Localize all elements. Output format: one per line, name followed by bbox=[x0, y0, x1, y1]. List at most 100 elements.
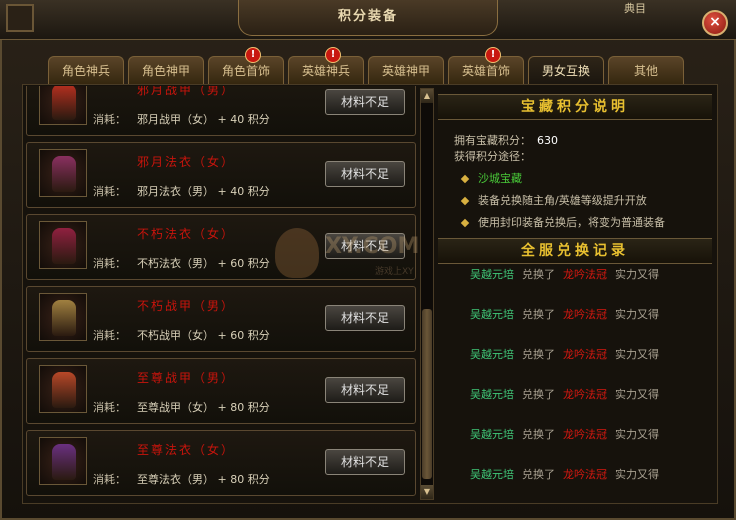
record-player[interactable]: 吴越元培 bbox=[470, 268, 514, 281]
points-row: 拥有宝藏积分： 630 bbox=[454, 132, 558, 148]
item-name: 不朽战甲（男） bbox=[137, 299, 236, 313]
cost-label: 消耗： bbox=[93, 185, 126, 198]
record-action: 兑换了 bbox=[522, 428, 555, 441]
info-panel: 宝藏积分说明 拥有宝藏积分： 630 获得积分途径： 沙城宝藏装备兑换随主角/英雄… bbox=[438, 88, 712, 500]
route-item: 使用封印装备兑换后，将变为普通装备 bbox=[460, 214, 665, 230]
record-action: 兑换了 bbox=[522, 388, 555, 401]
tab-label: 英雄神兵 bbox=[301, 64, 350, 78]
item-name: 邪月法衣（女） bbox=[137, 155, 236, 169]
equipment-item: 邪月法衣（女） 消耗： 邪月法衣（男） + 40 积分 材料不足 bbox=[26, 142, 416, 208]
record-player[interactable]: 吴越元培 bbox=[470, 428, 514, 441]
route-text: 沙城宝藏 bbox=[478, 172, 522, 185]
record-row: 吴越元培 兑换了 龙吟法冠 实力又得 bbox=[470, 346, 659, 362]
tab-2[interactable]: 角色神甲 bbox=[128, 56, 204, 84]
armor-icon[interactable] bbox=[39, 437, 87, 485]
record-tail: 实力又得 bbox=[615, 428, 659, 441]
equipment-item: 不朽法衣（女） 消耗： 不朽法衣（男） + 60 积分 材料不足 bbox=[26, 214, 416, 280]
armor-icon[interactable] bbox=[39, 86, 87, 125]
window-title: 积分装备 bbox=[238, 0, 498, 36]
armor-icon[interactable] bbox=[39, 365, 87, 413]
exchange-button[interactable]: 材料不足 bbox=[325, 161, 405, 187]
exchange-button[interactable]: 材料不足 bbox=[325, 233, 405, 259]
equipment-item: 至尊战甲（男） 消耗： 至尊战甲（女） + 80 积分 材料不足 bbox=[26, 358, 416, 424]
tab-4[interactable]: 英雄神兵! bbox=[288, 47, 364, 84]
record-row: 吴越元培 兑换了 龙吟法冠 实力又得 bbox=[470, 426, 659, 442]
points-value: 630 bbox=[537, 134, 558, 147]
diamond-bullet-icon bbox=[460, 218, 470, 228]
routes-label: 获得积分途径： bbox=[454, 150, 531, 163]
scroll-down-icon[interactable]: ▼ bbox=[421, 485, 433, 499]
points-info-header: 宝藏积分说明 bbox=[438, 94, 712, 120]
armor-figure bbox=[52, 228, 76, 264]
item-list-scrollbar[interactable]: ▲ ▼ bbox=[420, 88, 434, 500]
scroll-thumb[interactable] bbox=[422, 309, 432, 479]
tab-label: 角色首饰 bbox=[221, 64, 270, 78]
tab-1[interactable]: 角色神兵 bbox=[48, 56, 124, 84]
record-action: 兑换了 bbox=[522, 468, 555, 481]
tab-3[interactable]: 角色首饰! bbox=[208, 47, 284, 84]
alert-icon: ! bbox=[245, 47, 261, 63]
record-tail: 实力又得 bbox=[615, 388, 659, 401]
record-player[interactable]: 吴越元培 bbox=[470, 348, 514, 361]
records-header: 全服兑换记录 bbox=[438, 238, 712, 264]
armor-figure bbox=[52, 156, 76, 192]
alert-icon: ! bbox=[325, 47, 341, 63]
item-cost: 邪月法衣（男） + 40 积分 bbox=[137, 185, 270, 198]
tab-7[interactable]: 男女互换 bbox=[528, 56, 604, 86]
record-player[interactable]: 吴越元培 bbox=[470, 308, 514, 321]
item-name: 邪月战甲（男） bbox=[137, 86, 236, 97]
armor-figure bbox=[52, 300, 76, 336]
record-tail: 实力又得 bbox=[615, 268, 659, 281]
alert-icon: ! bbox=[485, 47, 501, 63]
tab-5[interactable]: 英雄神甲 bbox=[368, 56, 444, 84]
exchange-button[interactable]: 材料不足 bbox=[325, 449, 405, 475]
points-label: 拥有宝藏积分： bbox=[454, 134, 531, 147]
exchange-button[interactable]: 材料不足 bbox=[325, 89, 405, 115]
record-item[interactable]: 龙吟法冠 bbox=[563, 428, 607, 441]
record-player[interactable]: 吴越元培 bbox=[470, 468, 514, 481]
tab-label: 角色神兵 bbox=[61, 64, 110, 78]
record-item[interactable]: 龙吟法冠 bbox=[563, 388, 607, 401]
item-list: 邪月战甲（男） 消耗： 邪月战甲（女） + 40 积分 材料不足 邪月法衣（女） 消耗：邪… bbox=[26, 86, 418, 500]
item-name: 不朽法衣（女） bbox=[137, 227, 236, 241]
item-name: 至尊法衣（女） bbox=[137, 443, 236, 457]
tab-label: 其他 bbox=[633, 64, 658, 78]
record-item[interactable]: 龙吟法冠 bbox=[563, 468, 607, 481]
exchange-button[interactable]: 材料不足 bbox=[325, 305, 405, 331]
item-name: 至尊战甲（男） bbox=[137, 371, 236, 385]
exchange-button[interactable]: 材料不足 bbox=[325, 377, 405, 403]
equipment-item: 至尊法衣（女） 消耗： 至尊法衣（男） + 80 积分 材料不足 bbox=[26, 430, 416, 496]
armor-figure bbox=[52, 86, 76, 120]
route-item: 装备兑换随主角/英雄等级提升开放 bbox=[460, 192, 647, 208]
item-cost: 不朽战甲（女） + 60 积分 bbox=[137, 329, 270, 342]
cost-label: 消耗： bbox=[93, 401, 126, 414]
armor-icon[interactable] bbox=[39, 293, 87, 341]
tab-label: 英雄首饰 bbox=[461, 64, 510, 78]
close-button[interactable]: × bbox=[702, 10, 728, 36]
route-text: 使用封印装备兑换后，将变为普通装备 bbox=[478, 216, 665, 229]
tab-6[interactable]: 英雄首饰! bbox=[448, 47, 524, 84]
record-row: 吴越元培 兑换了 龙吟法冠 实力又得 bbox=[470, 306, 659, 322]
record-tail: 实力又得 bbox=[615, 468, 659, 481]
record-item[interactable]: 龙吟法冠 bbox=[563, 268, 607, 281]
record-row: 吴越元培 兑换了 龙吟法冠 实力又得 bbox=[470, 466, 659, 482]
armor-icon[interactable] bbox=[39, 149, 87, 197]
item-cost: 至尊战甲（女） + 80 积分 bbox=[137, 401, 270, 414]
record-item[interactable]: 龙吟法冠 bbox=[563, 308, 607, 321]
armor-icon[interactable] bbox=[39, 221, 87, 269]
record-action: 兑换了 bbox=[522, 308, 555, 321]
record-player[interactable]: 吴越元培 bbox=[470, 388, 514, 401]
title-bar: 积分装备 典目 × bbox=[0, 0, 736, 40]
scroll-up-icon[interactable]: ▲ bbox=[421, 89, 433, 103]
equipment-item: 邪月战甲（男） 消耗： 邪月战甲（女） + 40 积分 材料不足 bbox=[26, 86, 416, 136]
cost-label: 消耗： bbox=[93, 473, 126, 486]
tab-label: 角色神甲 bbox=[141, 64, 190, 78]
record-item[interactable]: 龙吟法冠 bbox=[563, 348, 607, 361]
tab-8[interactable]: 其他 bbox=[608, 56, 684, 84]
cost-label: 消耗： bbox=[93, 329, 126, 342]
diamond-bullet-icon bbox=[460, 196, 470, 206]
route-item: 沙城宝藏 bbox=[460, 170, 522, 186]
diamond-bullet-icon bbox=[460, 174, 470, 184]
equipment-item: 不朽战甲（男） 消耗： 不朽战甲（女） + 60 积分 材料不足 bbox=[26, 286, 416, 352]
record-tail: 实力又得 bbox=[615, 308, 659, 321]
